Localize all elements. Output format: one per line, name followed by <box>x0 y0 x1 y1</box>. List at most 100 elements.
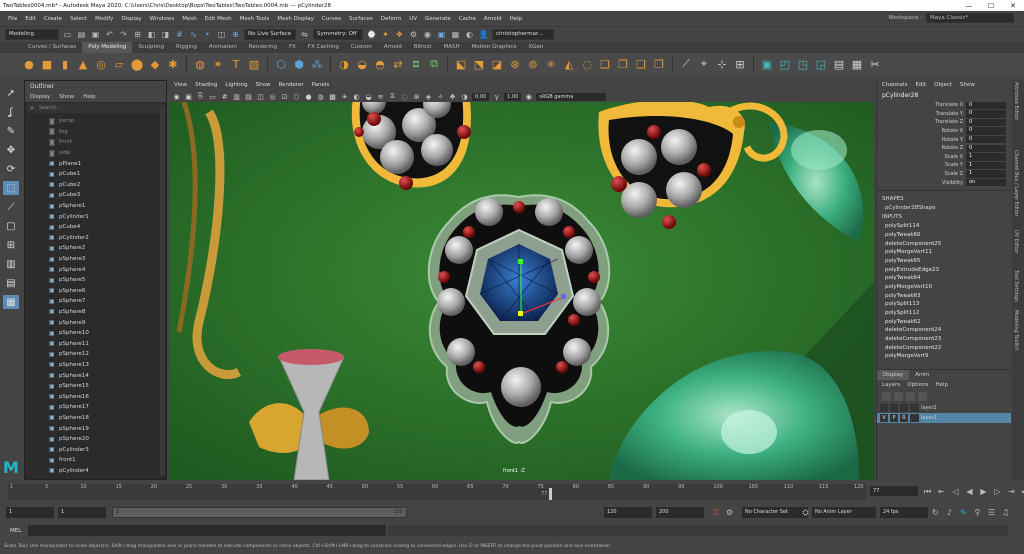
layer-r-toggle[interactable] <box>900 404 908 412</box>
menu-surfaces[interactable]: Surfaces <box>345 16 377 22</box>
outliner-item[interactable]: ◙ persp <box>25 116 166 127</box>
input-node[interactable]: polyMergeVert9 <box>877 352 1011 361</box>
select-tool-icon[interactable]: ➚ <box>3 86 19 100</box>
layout-persp-outliner-icon[interactable]: ▦ <box>3 295 19 309</box>
gamma-field[interactable]: 1.00 <box>504 92 522 101</box>
outliner-item[interactable]: ▣ pSphere8 <box>25 307 166 318</box>
symmetry-dropdown[interactable]: Symmetry: Off <box>313 29 363 40</box>
combine-icon[interactable]: ⬡ <box>274 57 288 71</box>
last-tool-icon[interactable]: ⟋ <box>3 200 19 214</box>
go-to-end-icon[interactable]: ⏭ <box>1020 486 1024 497</box>
undo-icon[interactable]: ↶ <box>104 29 115 40</box>
step-forward-key-icon[interactable]: ⇥ <box>1006 486 1017 497</box>
super-shape-icon[interactable]: ✱ <box>166 57 180 71</box>
audio-icon[interactable]: ♪ <box>944 507 955 518</box>
layer-menu-help[interactable]: Help <box>935 382 948 388</box>
channel-menu-show[interactable]: Show <box>960 82 975 88</box>
playblast-icon[interactable]: ▦ <box>450 29 461 40</box>
outliner-item[interactable]: ▣ pSphere10 <box>25 328 166 339</box>
outliner-item[interactable]: ▣ pCube3 <box>25 190 166 201</box>
outliner-item[interactable]: ▣ pSphere13 <box>25 360 166 371</box>
poly-cone-icon[interactable]: ▲ <box>76 57 90 71</box>
viewport-scene[interactable]: front1 -Z <box>169 90 874 480</box>
outliner-item[interactable]: ▣ pSphere17 <box>25 402 166 413</box>
shelf-tab-rendering[interactable]: Rendering <box>243 42 283 53</box>
open-scene-icon[interactable]: ▤ <box>76 29 87 40</box>
menu-curves[interactable]: Curves <box>318 16 345 22</box>
uv-cylindrical-icon[interactable]: ◰ <box>778 57 792 71</box>
layer-v-toggle[interactable] <box>880 404 888 412</box>
playback-end-field[interactable]: 120 <box>604 507 652 518</box>
bridge-icon[interactable]: ⧉ <box>427 57 441 71</box>
shelf-tab-xgen[interactable]: XGen <box>522 42 549 53</box>
current-time-indicator[interactable] <box>549 488 553 500</box>
layer-p-toggle[interactable] <box>890 404 898 412</box>
history-icon[interactable]: ⌚ <box>366 29 377 40</box>
poke-icon[interactable]: ✳ <box>544 57 558 71</box>
attribute-value[interactable]: 1 <box>966 161 1006 170</box>
menu-arnold[interactable]: Arnold <box>480 16 506 22</box>
outliner-item[interactable]: ▣ pSphere9 <box>25 317 166 328</box>
layer-tab-display[interactable]: Display <box>877 370 910 380</box>
attribute-name[interactable]: Rotate X <box>877 128 966 134</box>
save-scene-icon[interactable]: ▣ <box>90 29 101 40</box>
shelf-tab-sculpting[interactable]: Sculpting <box>132 42 170 53</box>
textured-icon[interactable]: ▩ <box>328 93 337 101</box>
shelf-tab-animation[interactable]: Animation <box>203 42 243 53</box>
side-tab-tool-settings[interactable]: Tool Settings <box>1013 270 1019 302</box>
outliner-item[interactable]: ▣ pSphere3 <box>25 254 166 265</box>
outliner-item[interactable]: ▣ pCube2 <box>25 180 166 191</box>
range-bar[interactable]: 1 120 <box>112 507 407 518</box>
smooth-icon[interactable]: ⁂ <box>310 57 324 71</box>
sphere-subdiv-icon[interactable]: ✶ <box>211 57 225 71</box>
sweep-mesh-icon[interactable]: ◍ <box>193 57 207 71</box>
boolean-difference-icon[interactable]: ◒ <box>355 57 369 71</box>
outliner-item[interactable]: ▣ pSphere16 <box>25 391 166 402</box>
move-tool-icon[interactable]: ✥ <box>3 143 19 157</box>
outliner-item[interactable]: ◙ front <box>25 137 166 148</box>
input-node[interactable]: deleteComponent25 <box>877 240 1011 249</box>
snap-plane-icon[interactable]: ◫ <box>216 29 227 40</box>
chip-off-icon[interactable]: ❑ <box>634 57 648 71</box>
smooth-shade-icon[interactable]: ● <box>304 93 313 101</box>
wedge-icon[interactable]: ◭ <box>562 57 576 71</box>
menu-set-dropdown[interactable]: Modeling <box>5 29 59 40</box>
attribute-name[interactable]: Scale X <box>877 154 966 160</box>
extract-icon[interactable]: ❐ <box>616 57 630 71</box>
auto-key-icon[interactable]: ⚿ <box>710 507 721 518</box>
wireframe-icon[interactable]: ⬡ <box>292 93 301 101</box>
outliner-item[interactable]: ▣ pSphere20 <box>25 434 166 445</box>
extrude-icon[interactable]: ⧈ <box>409 57 423 71</box>
anim-prefs-icon[interactable]: ⚙ <box>724 507 735 518</box>
type-tool-icon[interactable]: T <box>229 57 243 71</box>
current-frame-field[interactable]: 77 <box>870 486 918 496</box>
outliner-menu-display[interactable]: Display <box>30 92 50 102</box>
outliner-item[interactable]: ▣ pSphere5 <box>25 275 166 286</box>
attribute-row[interactable]: Translate X0 <box>877 101 1011 110</box>
attribute-row[interactable]: Translate Y0 <box>877 110 1011 119</box>
attribute-row[interactable]: Visibility on <box>877 178 1011 187</box>
input-node[interactable]: polyExtrudeEdge23 <box>877 266 1011 275</box>
attribute-row[interactable]: Scale Z1 <box>877 170 1011 179</box>
attribute-value[interactable]: 0 <box>966 135 1006 144</box>
outliner-item[interactable]: ▣ pSphere19 <box>25 423 166 434</box>
fill-hole-icon[interactable]: ◪ <box>490 57 504 71</box>
poly-platonic-icon[interactable]: ◆ <box>148 57 162 71</box>
menu-edit-mesh[interactable]: Edit Mesh <box>201 16 236 22</box>
input-node[interactable]: deleteComponent23 <box>877 335 1011 344</box>
anim-layer-dropdown[interactable]: No Anim Layer <box>812 507 876 518</box>
outliner-item[interactable]: ▣ pSphere4 <box>25 264 166 275</box>
scene-start-field[interactable]: 1 <box>6 507 54 518</box>
isolate-icon[interactable]: ⊗ <box>412 93 421 101</box>
play-forward-icon[interactable]: ▶ <box>978 486 989 497</box>
arnold-render-view-icon[interactable]: ▣ <box>436 29 447 40</box>
attribute-name[interactable]: Rotate Z <box>877 145 966 151</box>
input-node[interactable]: deleteComponent22 <box>877 344 1011 353</box>
separate-icon[interactable]: ⬢ <box>292 57 306 71</box>
outliner-item[interactable]: ▣ pSphere15 <box>25 381 166 392</box>
grid-icon[interactable]: # <box>220 93 229 101</box>
outliner-item[interactable]: ▣ pSphere7 <box>25 296 166 307</box>
target-weld-icon[interactable]: ⌖ <box>697 57 711 71</box>
input-node[interactable]: polyTweak62 <box>877 318 1011 327</box>
shelf-tab-custom[interactable]: Custom <box>345 42 378 53</box>
